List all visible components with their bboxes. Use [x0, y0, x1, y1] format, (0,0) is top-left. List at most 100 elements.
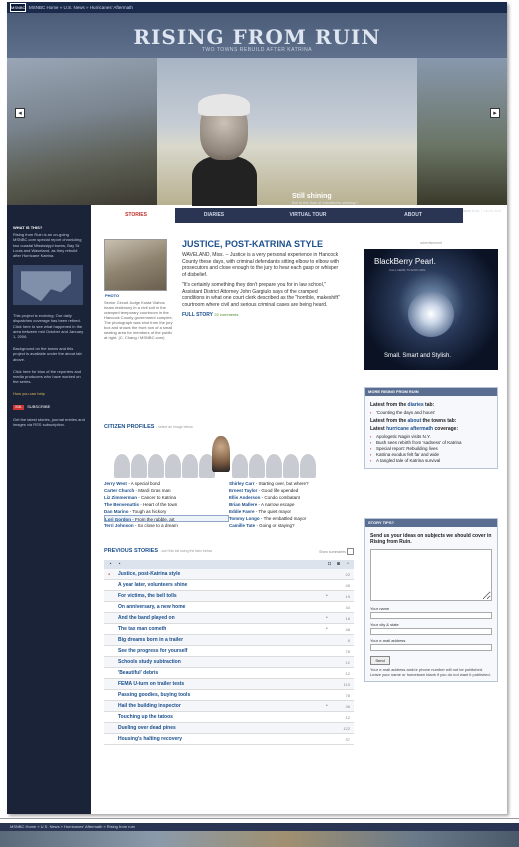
story-row[interactable]: For victims, the bell tolls • 19 [104, 591, 354, 602]
story-title[interactable]: FEMA U-turn on trailer tests [118, 679, 184, 690]
breadcrumb-home[interactable]: MSNBC Home [29, 5, 59, 10]
citizen-profile-link[interactable]: Carter Church - Mardi Gras man [104, 487, 229, 494]
story-row[interactable]: The tax man cometh • 48 [104, 624, 354, 635]
story-title[interactable]: For victims, the bell tolls [118, 591, 177, 602]
msnbc-logo[interactable]: MSNBC [10, 3, 26, 12]
story-row[interactable]: 'Beautiful' debris 12 [104, 668, 354, 679]
media-indicator: • [326, 615, 328, 621]
story-title[interactable]: Justice, post-Katrina style [118, 569, 180, 580]
profile-silhouette[interactable] [283, 454, 299, 478]
profile-silhouette[interactable] [165, 454, 181, 478]
map-image[interactable] [13, 265, 83, 306]
citizen-profile-link[interactable]: Dan Marino - Tough as hickory [104, 508, 229, 515]
citizen-profile-link[interactable]: Ellis Anderson - Condo combatant [229, 494, 354, 501]
tips-intro: Send us your ideas on subjects we should… [370, 533, 492, 545]
story-title[interactable]: Housing's halting recovery [118, 734, 182, 745]
profile-silhouette[interactable] [148, 454, 164, 478]
story-title[interactable]: Schools study subtraction [118, 657, 181, 668]
story-title[interactable]: Big dreams born in a trailer [118, 635, 183, 646]
comment-filter-icon[interactable]: ◔ [344, 561, 351, 568]
next-arrow-icon[interactable]: ▸ [490, 108, 500, 118]
story-title[interactable]: Dueling over dead pines [118, 723, 176, 734]
advertisement[interactable]: advertisement BlackBerry Pearl. CALL HER… [364, 241, 498, 370]
story-row[interactable]: Dueling over dead pines 122 [104, 723, 354, 734]
bottom-breadcrumb[interactable]: MSNBC Home » U.S. News » Hurricanes' Aft… [0, 823, 519, 831]
profile-silhouette[interactable] [249, 454, 265, 478]
story-row[interactable]: And the band played on • 18 [104, 613, 354, 624]
subscribe-link[interactable]: SUBSCRIBE [27, 404, 50, 409]
ad-device-image [408, 291, 454, 337]
story-row[interactable]: ◂ Justice, post-Katrina style 22 [104, 569, 354, 580]
breadcrumb-us-news[interactable]: U.S. News [64, 5, 85, 10]
story-row[interactable]: Schools study subtraction 12 [104, 657, 354, 668]
prev-arrow-icon[interactable]: ◂ [15, 108, 25, 118]
citizen-profile-link[interactable]: Camille Tate - Going or staying? [229, 522, 354, 529]
send-button[interactable]: Send [370, 656, 390, 665]
citizen-profile-link[interactable]: Terri Johnson - So close to a dream [104, 522, 229, 529]
story-headline[interactable]: JUSTICE, POST-KATRINA STYLE [182, 239, 340, 249]
story-title[interactable]: A year later, volunteers shine [118, 580, 187, 591]
citizen-profile-link[interactable]: Shirley Carr - Starting over, but where? [229, 480, 354, 487]
tab-virtual-tour[interactable]: VIRTUAL TOUR [253, 208, 363, 223]
citizen-profile-link[interactable]: The Benvenuttis - Heart of the town [104, 501, 229, 508]
citizen-profile-link[interactable]: Ernest Taylor - Good life upended [229, 487, 354, 494]
profile-silhouettes[interactable] [114, 436, 316, 478]
profile-silhouette[interactable] [300, 454, 316, 478]
how-you-can-help-link[interactable]: How you can help [13, 391, 45, 396]
citizen-profile-link[interactable]: Liz Zimmerman - Cancer to Katrina [104, 494, 229, 501]
related-story-link[interactable]: A tangled tale of Katrina survival [370, 458, 492, 464]
comment-count: 12 [345, 671, 350, 676]
profile-silhouette[interactable] [266, 454, 282, 478]
sort-date-icon[interactable]: ▪ [107, 561, 114, 568]
story-row[interactable]: Big dreams born in a trailer 6 [104, 635, 354, 646]
story-row[interactable]: Touching up the tatoos 12 [104, 712, 354, 723]
story-row[interactable]: Housing's halting recovery 37 [104, 734, 354, 745]
related-story-link[interactable]: 'Counting the days and hours' [370, 410, 492, 416]
tab-about[interactable]: ABOUT [363, 208, 463, 223]
caption-subtitle[interactable]: But is the flow of volunteers slowing? [292, 200, 358, 205]
show-summaries-checkbox[interactable] [347, 548, 354, 555]
city-input[interactable] [370, 628, 492, 635]
tab-stories[interactable]: STORIES [97, 208, 175, 223]
profile-silhouette[interactable] [114, 454, 130, 478]
story-title[interactable]: Hail the building inspector [118, 701, 181, 712]
citizen-profile-link[interactable]: Tommy Longo - The embattled mayor [229, 515, 354, 522]
name-input[interactable] [370, 612, 492, 619]
story-row[interactable]: A year later, volunteers shine 45 [104, 580, 354, 591]
breadcrumb-hurricanes[interactable]: Hurricanes' Aftermath [90, 5, 133, 10]
profile-photo-selected[interactable] [212, 436, 230, 472]
story-title[interactable]: Passing goodies, buying tools [118, 690, 190, 701]
full-story-link[interactable]: FULL STORY 22 comments [182, 312, 340, 318]
story-title[interactable]: On anniversary, a new home [118, 602, 185, 613]
story-title[interactable]: The tax man cometh [118, 624, 166, 635]
story-photo[interactable]: PHOTO [104, 239, 167, 298]
audio-filter-icon[interactable]: ◙ [335, 561, 342, 568]
photo-filter-icon[interactable]: ◘ [326, 561, 333, 568]
story-title[interactable]: 'Beautiful' debris [118, 668, 158, 679]
story-row[interactable]: See the progress for yourself 78 [104, 646, 354, 657]
story-row[interactable]: On anniversary, a new home 34 [104, 602, 354, 613]
citizen-profile-link[interactable]: Eddie Favre - The quiet mayor [229, 508, 354, 515]
tab-diaries[interactable]: DIARIES [175, 208, 253, 223]
comments-link[interactable]: 22 comments [214, 312, 238, 317]
story-row[interactable]: Passing goodies, buying tools 78 [104, 690, 354, 701]
hero-caption[interactable]: Still shining But is the flow of volunte… [292, 193, 358, 205]
rss-badge-icon[interactable]: XML [13, 404, 25, 410]
profile-silhouette[interactable] [131, 454, 147, 478]
profile-silhouette[interactable] [182, 454, 198, 478]
sort-title-icon[interactable]: ▪ [116, 561, 123, 568]
email-input[interactable] [370, 644, 492, 651]
photo-label[interactable]: PHOTO [105, 293, 119, 298]
story-row[interactable]: Hail the building inspector • 36 [104, 701, 354, 712]
story-title[interactable]: See the progress for yourself [118, 646, 187, 657]
citizen-profile-link[interactable]: Lori Gordon - From the rubble, art [104, 515, 229, 522]
comment-count: 48 [345, 627, 350, 632]
citizen-profile-link[interactable]: Jerry West - A special bond [104, 480, 229, 487]
story-title[interactable]: And the band played on [118, 613, 175, 624]
citizen-profile-link[interactable]: Brian Mallere - A narrow escape [229, 501, 354, 508]
story-row[interactable]: FEMA U-turn on trailer tests 110 [104, 679, 354, 690]
profile-silhouette[interactable] [232, 454, 248, 478]
email-alerts-link[interactable]: Get email alerts on Rising from Ruin [471, 209, 507, 217]
tip-textarea[interactable] [370, 549, 492, 601]
story-title[interactable]: Touching up the tatoos [118, 712, 173, 723]
